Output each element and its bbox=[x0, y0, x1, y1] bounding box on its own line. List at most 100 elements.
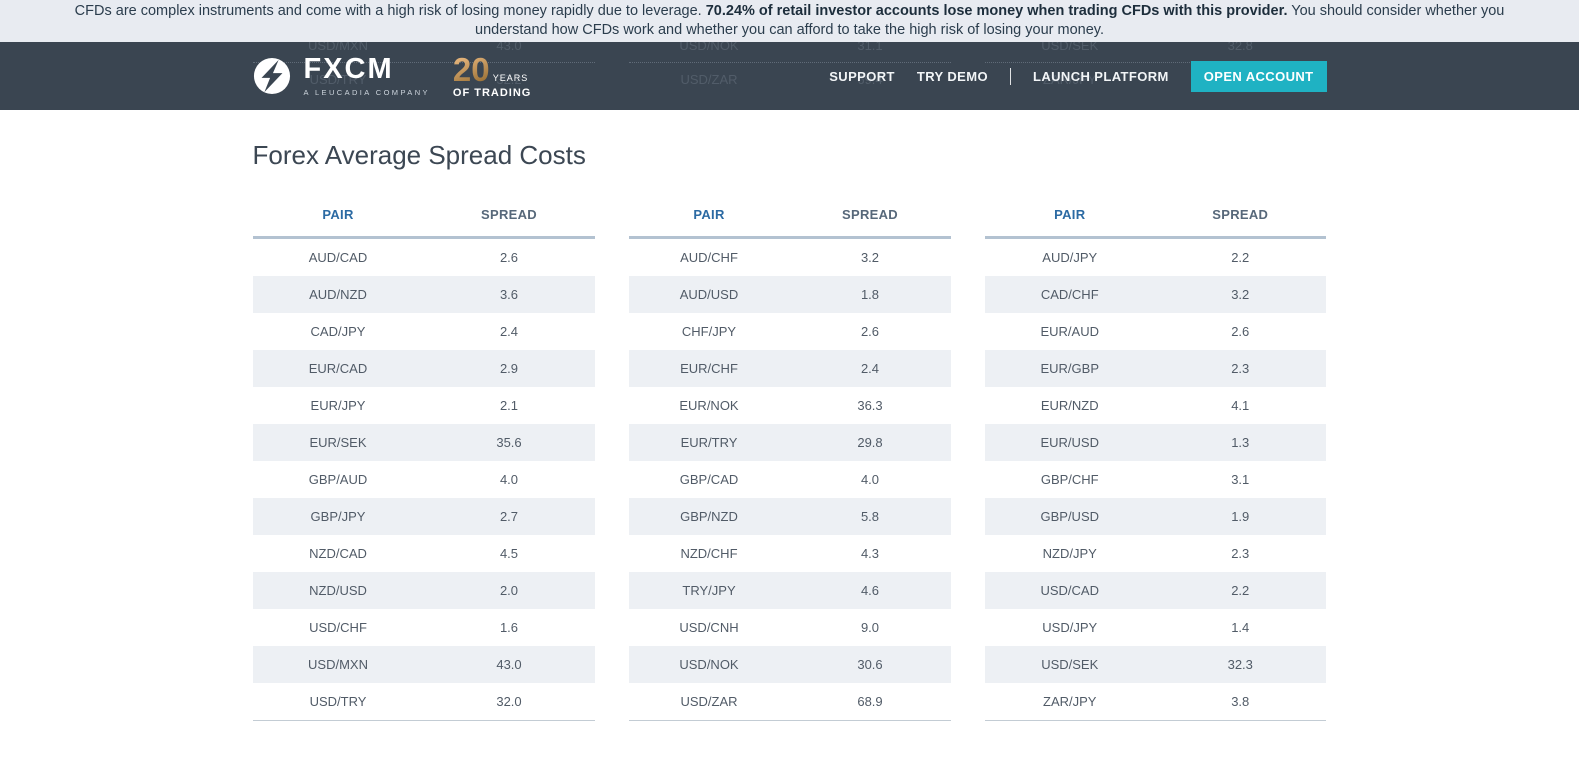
nav-item-launch-platform[interactable]: LAUNCH PLATFORM bbox=[1033, 69, 1169, 84]
spread-cell: 2.4 bbox=[499, 324, 519, 339]
table-row: NZD/USD 2.0 bbox=[252, 572, 595, 609]
spread-cell: 1.6 bbox=[499, 620, 519, 635]
pair-cell: CHF/JPY bbox=[681, 324, 737, 339]
spread-cell: 35.6 bbox=[496, 435, 522, 450]
table-row: AUD/USD 1.8 bbox=[628, 276, 951, 313]
pair-cell: USD/SEK bbox=[1041, 657, 1099, 672]
table-row: USD/ZAR 68.9 bbox=[629, 683, 951, 720]
table-row: NZD/JPY 2.3 bbox=[985, 535, 1326, 572]
table-row: GBP/AUD 4.0 bbox=[253, 461, 595, 498]
spread-cell: 3.6 bbox=[499, 287, 519, 302]
spread-cell: 4.1 bbox=[1231, 398, 1250, 413]
pair-column-header: PAIR bbox=[322, 207, 354, 222]
spread-cell: 2.1 bbox=[499, 398, 519, 413]
spread-cell: 2.3 bbox=[1231, 361, 1250, 376]
spread-cell: 30.6 bbox=[857, 657, 883, 672]
table-row: EUR/JPY 2.1 bbox=[253, 387, 595, 424]
pair-cell: AUD/CAD bbox=[308, 250, 368, 265]
table-row: EUR/CHF 2.4 bbox=[628, 350, 951, 387]
pair-cell: TRY/JPY bbox=[682, 583, 736, 598]
nav-links: SUPPORT TRY DEMO LAUNCH PLATFORM OPEN AC… bbox=[829, 60, 1327, 92]
table-row: NZD/CHF 4.3 bbox=[629, 535, 951, 572]
fxcm-logo-icon bbox=[253, 57, 291, 95]
pair-cell: EUR/JPY bbox=[310, 398, 366, 413]
table-row: GBP/JPY 2.7 bbox=[252, 498, 595, 535]
spread-cell: 2.0 bbox=[499, 583, 519, 598]
pair-cell: EUR/NOK bbox=[679, 398, 739, 413]
pair-cell: EUR/SEK bbox=[309, 435, 367, 450]
spread-cell: 4.0 bbox=[860, 472, 880, 487]
table-row: USD/CNH 9.0 bbox=[629, 609, 951, 646]
table-row: CAD/JPY 2.4 bbox=[253, 313, 595, 350]
spread-table-3: PAIR SPREAD AUD/JPY 2.2 CAD/CHF 3.2 EUR/AUD 2… bbox=[984, 207, 1326, 721]
table-row: EUR/NOK 36.3 bbox=[629, 387, 951, 424]
spread-column-header: SPREAD bbox=[1212, 207, 1269, 222]
spread-cell: 3.1 bbox=[1231, 472, 1250, 487]
spread-column-header: SPREAD bbox=[481, 207, 537, 222]
spread-cell: 2.2 bbox=[1231, 583, 1250, 598]
table-row: EUR/USD 1.3 bbox=[984, 424, 1326, 461]
brand-tagline: A LEUCADIA COMPANY bbox=[303, 88, 430, 97]
spread-tables: PAIR SPREAD AUD/CAD 2.6 AUD/NZD 3.6 CAD/JPY 2… bbox=[252, 207, 1327, 757]
table-row: NZD/CAD 4.5 bbox=[253, 535, 595, 572]
table-row: USD/TRY 32.0 bbox=[253, 683, 595, 720]
pair-cell: NZD/CAD bbox=[309, 546, 367, 561]
spread-cell: 2.4 bbox=[860, 361, 880, 376]
pair-cell: AUD/NZD bbox=[309, 287, 367, 302]
spread-cell: 2.6 bbox=[1231, 324, 1250, 339]
table-row: AUD/NZD 3.6 bbox=[252, 276, 595, 313]
pair-cell: GBP/CAD bbox=[679, 472, 739, 487]
pair-cell: USD/CHF bbox=[309, 620, 367, 635]
pair-cell: NZD/USD bbox=[309, 583, 367, 598]
badge-of-trading-label: OF TRADING bbox=[452, 87, 532, 99]
pair-cell: GBP/CHF bbox=[1040, 472, 1099, 487]
badge-number: 20 bbox=[453, 53, 493, 86]
table-row: AUD/JPY 2.2 bbox=[985, 239, 1326, 276]
fxcm-logo[interactable]: FXCM A LEUCADIA COMPANY 20 YEARS OF TRAD… bbox=[253, 53, 532, 99]
spread-cell: 3.2 bbox=[1231, 287, 1250, 302]
fxcm-wordmark: FXCM A LEUCADIA COMPANY bbox=[303, 55, 430, 98]
spread-cell: 36.3 bbox=[857, 398, 883, 413]
spread-cell: 1.3 bbox=[1231, 435, 1250, 450]
pair-cell: USD/NOK bbox=[679, 657, 739, 672]
pair-cell: USD/JPY bbox=[1042, 620, 1098, 635]
pair-cell: EUR/CHF bbox=[680, 361, 738, 376]
spread-cell: 4.0 bbox=[499, 472, 519, 487]
spread-column-header: SPREAD bbox=[842, 207, 898, 222]
table-row: AUD/CHF 3.2 bbox=[629, 239, 951, 276]
pair-column-header: PAIR bbox=[693, 207, 725, 222]
spread-cell: 3.2 bbox=[860, 250, 880, 265]
pair-cell: EUR/NZD bbox=[1040, 398, 1099, 413]
spread-cell: 43.0 bbox=[496, 657, 522, 672]
spread-cell: 4.3 bbox=[860, 546, 880, 561]
spread-cell: 32.0 bbox=[496, 694, 522, 709]
spread-table-1: PAIR SPREAD AUD/CAD 2.6 AUD/NZD 3.6 CAD/JPY 2… bbox=[252, 207, 595, 721]
table-row: GBP/CHF 3.1 bbox=[985, 461, 1326, 498]
spread-cell: 5.8 bbox=[860, 509, 880, 524]
spread-cell: 68.9 bbox=[857, 694, 883, 709]
nav-item-try-demo[interactable]: TRY DEMO bbox=[917, 69, 988, 84]
pair-cell: USD/CNH bbox=[679, 620, 739, 635]
pair-cell: EUR/USD bbox=[1040, 435, 1099, 450]
pair-cell: GBP/NZD bbox=[680, 509, 738, 524]
spread-cell: 9.0 bbox=[860, 620, 880, 635]
table-row: ZAR/JPY 3.8 bbox=[985, 683, 1326, 720]
nav-divider bbox=[1009, 67, 1011, 85]
pair-cell: NZD/JPY bbox=[1042, 546, 1097, 561]
nav-item-support[interactable]: SUPPORT bbox=[829, 69, 895, 84]
pair-cell: ZAR/JPY bbox=[1043, 694, 1097, 709]
badge-years-label: YEARS bbox=[492, 73, 529, 83]
table-row: TRY/JPY 4.6 bbox=[628, 572, 951, 609]
spread-cell: 2.6 bbox=[860, 324, 880, 339]
pair-cell: AUD/JPY bbox=[1042, 250, 1098, 265]
pair-cell: NZD/CHF bbox=[680, 546, 738, 561]
open-account-button[interactable]: OPEN ACCOUNT bbox=[1190, 60, 1327, 92]
spread-cell: 29.8 bbox=[857, 435, 883, 450]
spread-cell: 2.6 bbox=[499, 250, 519, 265]
pair-cell: EUR/AUD bbox=[1040, 324, 1099, 339]
table-row: USD/NOK 30.6 bbox=[628, 646, 951, 683]
pair-cell: EUR/CAD bbox=[308, 361, 368, 376]
risk-warning-text: CFDs are complex instruments and come wi… bbox=[55, 2, 1525, 39]
top-navbar: USD/MXN 43.0 USD/NOK 31.1 USD/SEK 32.8 USD/TRY… bbox=[0, 42, 1579, 110]
spread-cell: 3.8 bbox=[1231, 694, 1250, 709]
